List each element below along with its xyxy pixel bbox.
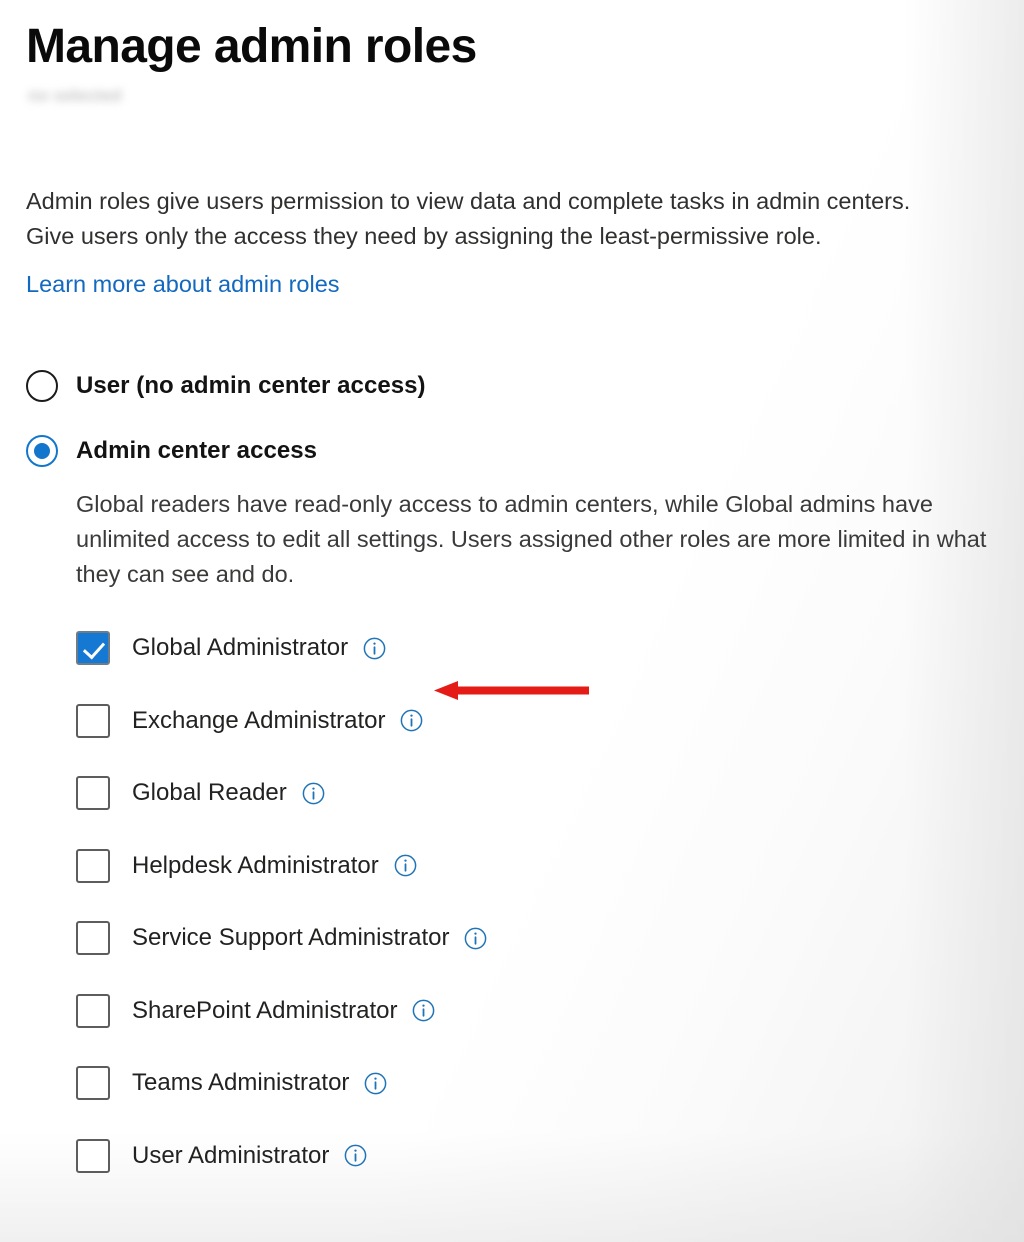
radio-indicator-admin-center-access[interactable] <box>26 435 58 467</box>
role-row-sharepoint-administrator[interactable]: SharePoint Administrator <box>76 975 998 1048</box>
role-row-exchange-administrator[interactable]: Exchange Administrator <box>76 685 998 758</box>
info-icon[interactable] <box>412 999 435 1022</box>
role-label-exchange-administrator: Exchange Administrator <box>132 706 386 734</box>
checkbox-helpdesk-administrator[interactable] <box>76 848 110 883</box>
admin-roles-checkbox-list: Global Administrator Exchange Administra… <box>26 612 998 1192</box>
info-icon[interactable] <box>400 709 423 732</box>
info-icon[interactable] <box>302 782 325 805</box>
role-label-user-administrator: User Administrator <box>132 1141 330 1169</box>
page-root: Manage admin roles no selected Admin rol… <box>0 0 1024 1242</box>
role-label-global-reader: Global Reader <box>132 779 287 807</box>
learn-more-link[interactable]: Learn more about admin roles <box>26 268 340 300</box>
info-icon[interactable] <box>363 637 386 660</box>
checkbox-service-support-administrator[interactable] <box>76 921 110 956</box>
page-subtitle-redacted: no selected <box>28 86 122 105</box>
content-container: Manage admin roles no selected Admin rol… <box>0 0 1024 1192</box>
checkbox-exchange-administrator[interactable] <box>76 703 110 738</box>
role-label-service-support-administrator: Service Support Administrator <box>132 924 450 952</box>
role-label-global-administrator: Global Administrator <box>132 634 349 662</box>
role-row-service-support-administrator[interactable]: Service Support Administrator <box>76 902 998 975</box>
checkbox-user-administrator[interactable] <box>76 1138 110 1173</box>
radio-label-admin-center-access: Admin center access <box>76 437 318 464</box>
info-icon[interactable] <box>394 854 417 877</box>
role-label-teams-administrator: Teams Administrator <box>132 1069 350 1097</box>
checkbox-teams-administrator[interactable] <box>76 1066 110 1101</box>
radio-option-admin-center-access[interactable]: Admin center access <box>26 431 998 471</box>
admin-center-access-description: Global readers have read-only access to … <box>76 491 987 587</box>
checkbox-sharepoint-administrator[interactable] <box>76 993 110 1028</box>
info-icon[interactable] <box>464 927 487 950</box>
role-row-global-reader[interactable]: Global Reader <box>76 757 998 830</box>
info-icon[interactable] <box>344 1144 367 1167</box>
radio-indicator-user[interactable] <box>26 370 58 402</box>
access-type-radio-group: User (no admin center access) Admin cent… <box>26 366 998 471</box>
role-row-helpdesk-administrator[interactable]: Helpdesk Administrator <box>76 830 998 903</box>
checkbox-global-administrator[interactable] <box>76 631 110 666</box>
role-row-user-administrator[interactable]: User Administrator <box>76 1120 998 1193</box>
checkbox-global-reader[interactable] <box>76 776 110 811</box>
info-icon[interactable] <box>364 1072 387 1095</box>
role-row-teams-administrator[interactable]: Teams Administrator <box>76 1047 998 1120</box>
role-label-helpdesk-administrator: Helpdesk Administrator <box>132 851 379 879</box>
radio-option-user[interactable]: User (no admin center access) <box>26 366 998 406</box>
intro-paragraph: Admin roles give users permission to vie… <box>26 188 911 249</box>
radio-label-user: User (no admin center access) <box>76 372 426 399</box>
role-row-global-administrator[interactable]: Global Administrator <box>76 612 998 685</box>
role-label-sharepoint-administrator: SharePoint Administrator <box>132 996 398 1024</box>
page-title: Manage admin roles <box>26 20 477 73</box>
